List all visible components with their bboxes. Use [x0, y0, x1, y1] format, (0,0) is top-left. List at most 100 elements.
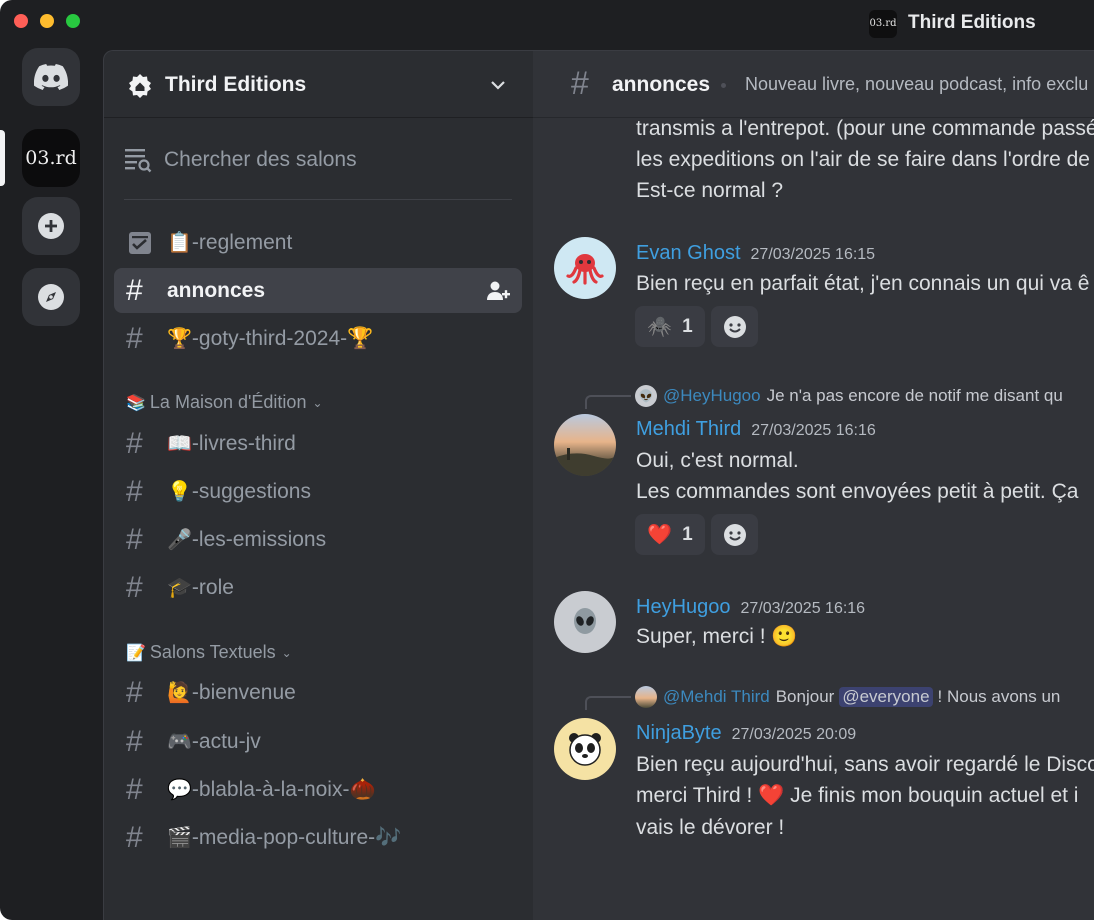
category-salons-textuels[interactable]: 📝 Salons Textuels ⌄: [126, 642, 292, 663]
channel-header-name: annonces: [612, 73, 711, 96]
channel-label: -reglement: [191, 230, 293, 254]
reply-reference[interactable]: 👽 @HeyHugoo Je n'a pas encore de notif m…: [585, 384, 1063, 409]
create-invite-icon[interactable]: [486, 280, 510, 302]
channel-les-emissions[interactable]: # 🎤 -les-emissions: [114, 517, 522, 562]
reply-avatar: [635, 686, 657, 708]
chevron-down-icon: ⌄: [281, 645, 292, 660]
message-author[interactable]: NinjaByte 27/03/2025 20:09: [636, 722, 856, 745]
reaction-button[interactable]: ❤️ 1: [635, 514, 705, 555]
channel-label: -actu-jv: [191, 729, 261, 753]
author-name[interactable]: NinjaByte: [636, 722, 722, 745]
channel-annonces[interactable]: # annonces: [114, 268, 522, 313]
server-third-editions-button[interactable]: 03.rd: [22, 129, 80, 187]
avatar[interactable]: [554, 237, 616, 299]
guild-name: Third Editions: [165, 73, 307, 96]
author-name[interactable]: Evan Ghost: [636, 242, 741, 265]
browse-channels-label: Chercher des salons: [164, 148, 357, 171]
discord-home-button[interactable]: [22, 48, 80, 106]
channel-emoji: 🏆: [167, 328, 192, 350]
hash-icon: #: [126, 523, 143, 556]
hash-icon: #: [126, 475, 143, 508]
minimize-window-button[interactable]: [40, 14, 54, 28]
add-reaction-button[interactable]: [711, 306, 758, 347]
channel-label: annonces: [167, 278, 266, 302]
avatar[interactable]: [554, 414, 616, 476]
channel-reglement[interactable]: 📋 -reglement: [114, 220, 522, 265]
message-line: les expeditions on l'air de se faire dan…: [636, 148, 1090, 171]
message-author[interactable]: HeyHugoo 27/03/2025 16:16: [636, 596, 865, 619]
guild-header[interactable]: Third Editions: [104, 51, 534, 118]
channel-media-pop-culture[interactable]: # 🎬 -media-pop-culture-🎶: [114, 815, 522, 860]
selected-server-indicator: [0, 130, 5, 186]
channel-topic[interactable]: Nouveau livre, nouveau podcast, info exc…: [745, 74, 1088, 95]
add-reaction-button[interactable]: [711, 514, 758, 555]
reply-snippet: Je n'a pas encore de notif me disant qu: [766, 386, 1063, 405]
hash-icon: #: [126, 821, 143, 854]
category-emoji: 📚: [126, 394, 146, 412]
reply-snippet: ! Nous avons un: [937, 687, 1061, 706]
category-label: La Maison d'Édition: [149, 392, 307, 412]
title-bar: 03.rd Third Editions: [0, 0, 1094, 44]
hash-icon: #: [126, 427, 143, 460]
discord-icon: [34, 64, 68, 90]
zoom-window-button[interactable]: [66, 14, 80, 28]
reply-snippet-prefix: Bonjour: [775, 687, 835, 706]
category-la-maison-d-edition[interactable]: 📚 La Maison d'Édition ⌄: [126, 392, 323, 413]
chevron-down-icon: ⌄: [312, 395, 323, 410]
community-icon: [129, 74, 151, 98]
channel-label: -suggestions: [191, 479, 311, 503]
channel-role[interactable]: # 🎓 -role: [114, 565, 522, 610]
channel-label: -bienvenue: [191, 680, 296, 704]
avatar[interactable]: [554, 718, 616, 780]
channel-label: -blabla-à-la-noix-🌰: [191, 777, 376, 801]
add-reaction-icon: [723, 523, 746, 546]
hash-icon: #: [126, 773, 143, 806]
channel-emoji: 📋: [167, 232, 192, 254]
channel-bienvenue[interactable]: # 🙋 -bienvenue: [114, 670, 522, 715]
channel-emoji: 🎓: [167, 577, 192, 599]
mention-everyone[interactable]: @everyone: [839, 687, 933, 707]
browse-channels-button[interactable]: Chercher des salons: [124, 145, 357, 175]
explore-servers-button[interactable]: [22, 268, 80, 326]
author-name[interactable]: Mehdi Third: [636, 418, 741, 441]
close-window-button[interactable]: [14, 14, 28, 28]
reaction-emoji: ❤️: [647, 524, 673, 546]
message-author[interactable]: Evan Ghost 27/03/2025 16:15: [636, 242, 875, 265]
reaction-button[interactable]: 🕷️ 1: [635, 306, 705, 347]
message-timestamp: 27/03/2025 20:09: [731, 726, 857, 743]
app-window: 03.rd Third Editions 03.rd Third Edition…: [0, 0, 1094, 920]
channel-goty-third-2024[interactable]: # 🏆 -goty-third-2024-🏆: [114, 316, 522, 361]
add-server-button[interactable]: [22, 197, 80, 255]
channel-actu-jv[interactable]: # 🎮 -actu-jv: [114, 719, 522, 764]
browse-channels-icon: [125, 149, 152, 173]
reply-author[interactable]: @Mehdi Third: [663, 687, 770, 707]
chevron-down-icon[interactable]: [488, 75, 508, 95]
channel-livres-third[interactable]: # 📖 -livres-third: [114, 421, 522, 466]
hash-icon: #: [126, 274, 143, 307]
channel-emoji: 💬: [167, 779, 192, 801]
message-line: Les commandes sont envoyées petit à peti…: [636, 480, 1079, 503]
message-line: Oui, c'est normal.: [636, 449, 799, 472]
compass-icon: [38, 284, 64, 310]
channel-suggestions[interactable]: # 💡 -suggestions: [114, 469, 522, 514]
avatar[interactable]: [554, 591, 616, 653]
reply-avatar: 👽: [635, 385, 657, 407]
channel-emoji: 💡: [167, 481, 192, 503]
rules-icon: [129, 231, 151, 254]
landscape-avatar-icon: [554, 448, 616, 476]
reaction-count: 1: [682, 523, 693, 545]
author-name[interactable]: HeyHugoo: [636, 596, 731, 619]
hash-icon: #: [126, 571, 143, 604]
message-line: vais le dévorer !: [636, 816, 785, 839]
reply-spine: [585, 696, 631, 710]
title-server-logo: 03.rd: [869, 10, 897, 38]
channel-blabla-a-la-noix[interactable]: # 💬 -blabla-à-la-noix-🌰: [114, 767, 522, 812]
reply-reference[interactable]: @Mehdi Third Bonjour @everyone ! Nous av…: [585, 685, 1061, 710]
reply-author[interactable]: @HeyHugoo: [663, 386, 761, 406]
hash-icon: #: [571, 65, 589, 101]
window-title: Third Editions: [908, 12, 1036, 33]
message-author[interactable]: Mehdi Third 27/03/2025 16:16: [636, 418, 876, 441]
channel-emoji: 🎮: [167, 731, 192, 753]
message-line: Super, merci ! 🙂: [636, 625, 798, 648]
channel-label: -les-emissions: [191, 527, 327, 551]
